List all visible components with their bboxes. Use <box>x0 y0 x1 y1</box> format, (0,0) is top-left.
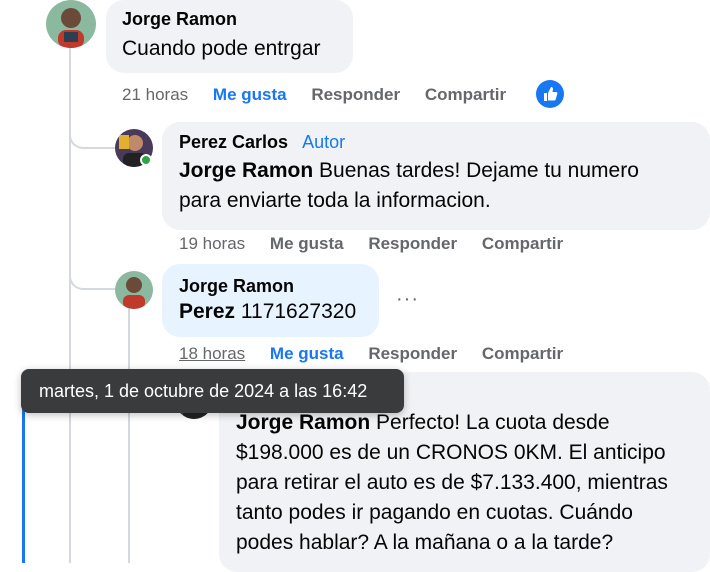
share-button[interactable]: Compartir <box>425 85 506 105</box>
like-button[interactable]: Me gusta <box>213 85 287 105</box>
comment-text-line: Perfecto! La cuota desde <box>376 411 610 434</box>
comment-author-row: Perez Carlos Autor <box>179 132 693 153</box>
comment-time[interactable]: 18 horas <box>179 344 245 364</box>
comment-bubble[interactable]: Jorge Ramon Perez 1171627320 <box>162 264 379 337</box>
more-options-icon[interactable]: ··· <box>396 288 419 311</box>
like-button[interactable]: Me gusta <box>270 344 344 364</box>
author-badge: Autor <box>302 132 346 152</box>
person-photo-icon <box>46 0 96 48</box>
thread-connector <box>69 125 117 149</box>
like-reaction-icon[interactable] <box>536 80 564 108</box>
comment-author[interactable]: Jorge Ramon <box>122 9 337 30</box>
comment-text: Cuando pode entrgar <box>122 37 321 60</box>
comment-text: Jorge Ramon Buenas tardes! Dejame tu num… <box>179 156 693 216</box>
reply-button[interactable]: Responder <box>311 85 400 105</box>
comment-actions: 18 horas Me gusta Responder Compartir <box>179 344 563 364</box>
person-photo-icon <box>115 271 153 309</box>
comment-time[interactable]: 21 horas <box>122 85 188 105</box>
comment-text-line: tanto podes ir pagando en cuotas. Cuándo <box>236 501 633 524</box>
share-button[interactable]: Compartir <box>482 234 563 254</box>
comment-author[interactable]: Jorge Ramon <box>179 276 362 297</box>
comment-bubble[interactable]: Jorge Ramon Cuando pode entrgar <box>106 0 353 73</box>
comment-text-line: Buenas tardes! Dejame tu numero <box>319 159 639 182</box>
reply-button[interactable]: Responder <box>368 344 457 364</box>
mention-link[interactable]: Perez <box>179 300 235 323</box>
comment-text-line: podes hablar? A la mañana o a la tarde? <box>236 531 614 554</box>
comment-text-line: $198.000 es de un CRONOS 0KM. El anticip… <box>236 441 666 464</box>
mention-link[interactable]: Jorge Ramon <box>236 411 370 434</box>
reply-button[interactable]: Responder <box>368 234 457 254</box>
comment-text-line: para retirar el auto es de $7.133.400, m… <box>236 471 668 494</box>
phone-number-text: 1171627320 <box>240 300 357 323</box>
online-status-dot <box>140 154 152 166</box>
share-button[interactable]: Compartir <box>482 344 563 364</box>
comment-time[interactable]: 19 horas <box>179 234 245 254</box>
thread-line-sub <box>128 306 130 563</box>
comment-text-line: para enviarte toda la informacion. <box>179 189 491 212</box>
avatar[interactable] <box>46 0 96 48</box>
comment-actions: 19 horas Me gusta Responder Compartir <box>179 234 563 254</box>
avatar[interactable] <box>115 271 153 309</box>
thread-connector <box>69 266 117 290</box>
comment-text: Perez 1171627320 <box>179 297 362 327</box>
comment-author[interactable]: Perez Carlos <box>179 132 288 152</box>
mention-link[interactable]: Jorge Ramon <box>179 159 313 182</box>
comment-bubble[interactable]: Perez Carlos Autor Jorge Ramon Buenas tar… <box>162 122 710 230</box>
timestamp-tooltip: martes, 1 de octubre de 2024 a las 16:42 <box>21 369 404 413</box>
comment-text: Jorge Ramon Perfecto! La cuota desde $19… <box>236 408 693 558</box>
like-button[interactable]: Me gusta <box>270 234 344 254</box>
comment-actions: 21 horas Me gusta Responder Compartir <box>122 85 506 105</box>
